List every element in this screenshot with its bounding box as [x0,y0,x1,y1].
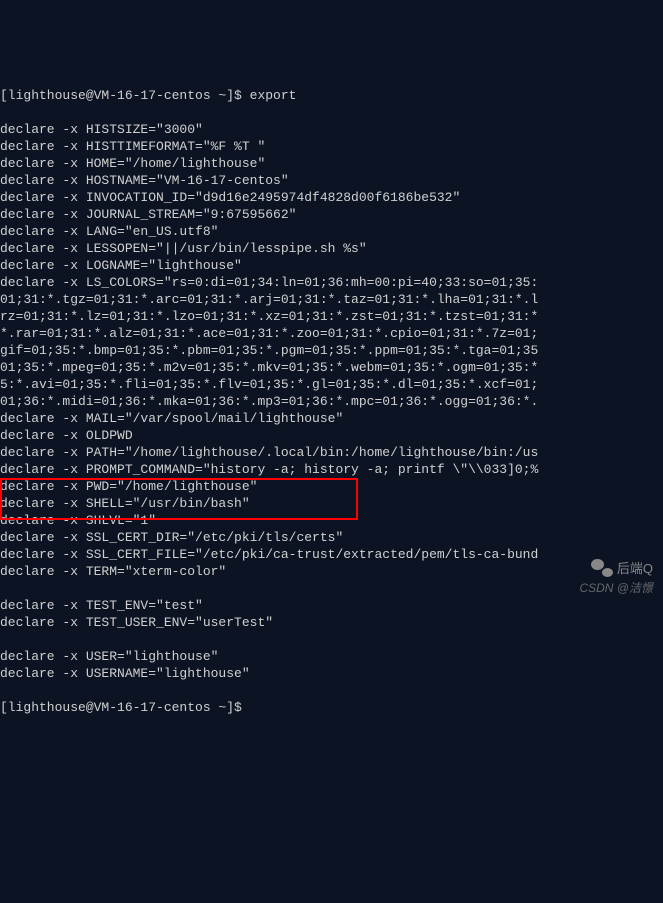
output-line: declare -x PATH="/home/lighthouse/.local… [0,444,663,461]
wechat-icon [591,559,613,577]
output-line: rz=01;31:*.lz=01;31:*.lzo=01;31:*.xz=01;… [0,308,663,325]
output-line: declare -x JOURNAL_STREAM="9:67595662" [0,206,663,223]
output-line: declare -x HISTSIZE="3000" [0,121,663,138]
terminal-output[interactable]: [lighthouse@VM-16-17-centos ~]$ export d… [0,68,663,733]
prompt-line: [lighthouse@VM-16-17-centos ~]$ export [0,87,663,104]
output-line: declare -x HOME="/home/lighthouse" [0,155,663,172]
output-line: 01;36:*.midi=01;36:*.mka=01;36:*.mp3=01;… [0,393,663,410]
highlighted-line: declare -x TEST_USER_ENV="userTest" [0,614,663,631]
output-line: *.rar=01;31:*.alz=01;31:*.ace=01;31:*.zo… [0,325,663,342]
wechat-watermark: 后端Q [591,559,653,577]
highlighted-line: declare -x TEST_ENV="test" [0,597,663,614]
output-line: 01;31:*.tgz=01;31:*.arc=01;31:*.arj=01;3… [0,291,663,308]
output-line: declare -x MAIL="/var/spool/mail/lightho… [0,410,663,427]
output-line: gif=01;35:*.bmp=01;35:*.pbm=01;35:*.pgm=… [0,342,663,359]
output-line: declare -x LESSOPEN="||/usr/bin/lesspipe… [0,240,663,257]
output-line: declare -x TERM="xterm-color" [0,563,663,580]
output-line: declare -x SSL_CERT_DIR="/etc/pki/tls/ce… [0,529,663,546]
output-line: declare -x USERNAME="lighthouse" [0,665,663,682]
output-line: 5:*.avi=01;35:*.fli=01;35:*.flv=01;35:*.… [0,376,663,393]
output-line: declare -x OLDPWD [0,427,663,444]
output-line: declare -x SHLVL="1" [0,512,663,529]
csdn-watermark: CSDN @洁憬 [579,580,653,597]
prompt-line-end[interactable]: [lighthouse@VM-16-17-centos ~]$ [0,699,663,716]
output-line: declare -x PWD="/home/lighthouse" [0,478,663,495]
output-line: declare -x LS_COLORS="rs=0:di=01;34:ln=0… [0,274,663,291]
wechat-label: 后端Q [617,560,653,577]
output-line: declare -x SSL_CERT_FILE="/etc/pki/ca-tr… [0,546,663,563]
output-line: declare -x INVOCATION_ID="d9d16e2495974d… [0,189,663,206]
output-line: declare -x USER="lighthouse" [0,648,663,665]
output-line: declare -x SHELL="/usr/bin/bash" [0,495,663,512]
output-line: declare -x HOSTNAME="VM-16-17-centos" [0,172,663,189]
output-line: declare -x HISTTIMEFORMAT="%F %T " [0,138,663,155]
output-line: declare -x PROMPT_COMMAND="history -a; h… [0,461,663,478]
output-line: 01;35:*.mpeg=01;35:*.m2v=01;35:*.mkv=01;… [0,359,663,376]
output-line: declare -x LOGNAME="lighthouse" [0,257,663,274]
output-line: declare -x LANG="en_US.utf8" [0,223,663,240]
